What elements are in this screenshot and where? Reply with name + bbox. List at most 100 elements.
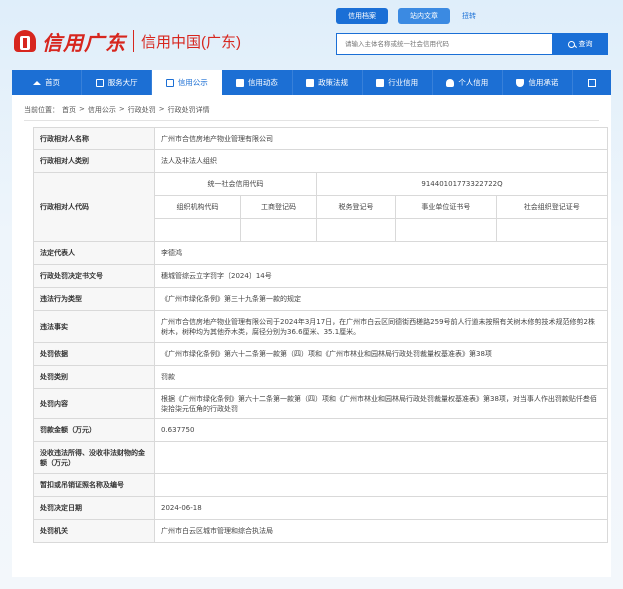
sub-header: 工商登记码 — [239, 195, 318, 219]
row-label: 行政相对人名称 — [33, 127, 155, 150]
nav-industry-credit[interactable]: 行业信用 — [363, 70, 433, 95]
row-value: 广州市白云区城市管理和综合执法局 — [154, 519, 608, 543]
row-label: 处罚依据 — [33, 342, 155, 366]
search-button[interactable]: 查询 — [552, 33, 608, 55]
penalty-detail-table: 行政相对人名称 广州市合信房地产物业管理有限公司 行政相对人类别 法人及非法人组… — [33, 127, 609, 543]
sub-value — [239, 218, 318, 242]
news-icon — [235, 78, 244, 87]
row-label: 处罚机关 — [33, 519, 155, 543]
nav-label: 信用承诺 — [528, 78, 559, 87]
sub-value — [154, 218, 241, 242]
nav-label: 政策法规 — [318, 78, 349, 87]
nav-label: 信用动态 — [247, 78, 278, 87]
tab-misc[interactable]: 扭转 — [460, 8, 478, 24]
row-value: 法人及非法人组织 — [154, 149, 608, 173]
row-label: 行政相对人类别 — [33, 149, 155, 173]
sub-header: 事业单位证书号 — [395, 195, 497, 219]
industry-icon — [376, 78, 385, 87]
table-row: 罚款金额（万元） 0.637750 — [33, 418, 608, 442]
tab-site-articles[interactable]: 站内文章 — [398, 8, 450, 24]
breadcrumb-penalty[interactable]: 行政处罚 — [128, 105, 156, 115]
search-icon — [567, 40, 575, 48]
policy-icon — [306, 78, 315, 87]
top-tabs: 信用档案 站内文章 扭转 — [336, 8, 488, 24]
logo-script-text: 信用广东 — [42, 30, 126, 55]
search-input[interactable] — [336, 33, 552, 55]
nav-label: 信用公示 — [177, 78, 208, 87]
breadcrumb-home[interactable]: 首页 — [62, 105, 76, 115]
row-value: 穗城管综云立字罚字〔2024〕14号 — [154, 264, 608, 288]
nav-service-hall[interactable]: 服务大厅 — [82, 70, 153, 95]
site-logo[interactable]: 信用广东 信用中国(广东) — [12, 26, 241, 56]
table-row: 处罚机关 广州市白云区城市管理和综合执法局 — [33, 519, 608, 543]
publicity-icon — [165, 78, 174, 87]
sub-header: 税务登记号 — [316, 195, 397, 219]
row-value: 0.637750 — [154, 418, 608, 442]
divider — [24, 120, 599, 121]
table-row: 法定代表人 李德鸿 — [33, 241, 608, 265]
breadcrumb-prefix: 当前位置： — [24, 106, 59, 114]
nav-expand[interactable] — [573, 70, 611, 95]
sub-value — [395, 218, 497, 242]
breadcrumb-sep: > — [79, 105, 85, 113]
row-value — [154, 441, 608, 474]
breadcrumb-publicity[interactable]: 信用公示 — [88, 105, 116, 115]
nav-credit-commitment[interactable]: 信用承诺 — [503, 70, 573, 95]
sub-header: 社会组织登记证号 — [495, 195, 609, 219]
row-label: 行政处罚决定书文号 — [33, 264, 155, 288]
table-row: 处罚内容 根据《广州市绿化条例》第六十二条第一款第（四）项和《广州市林业和园林局… — [33, 388, 608, 419]
site-header: 信用广东 信用中国(广东) 信用档案 站内文章 扭转 查询 — [0, 0, 623, 70]
service-icon — [95, 78, 104, 87]
search-bar: 查询 — [336, 33, 608, 55]
tab-credit-archive[interactable]: 信用档案 — [336, 8, 388, 24]
logo-divider — [133, 30, 134, 52]
sub-value — [495, 218, 609, 242]
sub-value — [316, 218, 397, 242]
shield-icon — [516, 78, 525, 87]
nav-label: 首页 — [45, 78, 61, 87]
row-label: 没收违法所得、没收非法财物的金额（万元） — [33, 441, 155, 474]
nav-personal-credit[interactable]: 个人信用 — [433, 70, 503, 95]
row-value: 2024-06-18 — [154, 496, 608, 520]
row-label: 罚款金额（万元） — [33, 418, 155, 442]
table-row: 违法事实 广州市合信房地产物业管理有限公司于2024年3月17日，在广州市白云区… — [33, 310, 608, 343]
breadcrumb: 当前位置： 首页 > 信用公示 > 行政处罚 > 行政处罚详情 — [24, 105, 213, 115]
row-label: 处罚类别 — [33, 365, 155, 389]
logo-emblem-icon — [12, 26, 38, 56]
sub-header: 组织机构代码 — [154, 195, 241, 219]
row-value: 根据《广州市绿化条例》第六十二条第一款第（四）项和《广州市林业和园林局行政处罚裁… — [154, 388, 608, 419]
nav-home[interactable]: 首页 — [12, 70, 83, 95]
row-value — [154, 473, 608, 497]
nav-credit-news[interactable]: 信用动态 — [222, 70, 293, 95]
row-label: 违法事实 — [33, 310, 155, 343]
table-row: 违法行为类型 《广州市绿化条例》第三十九条第一款的规定 — [33, 287, 608, 311]
uscc-value: 91440101773322722Q — [316, 172, 608, 196]
table-row: 行政相对人名称 广州市合信房地产物业管理有限公司 — [33, 127, 608, 150]
row-value: 《广州市绿化条例》第六十二条第一款第（四）项和《广州市林业和园林局行政处罚裁量权… — [154, 342, 608, 366]
table-row: 处罚类别 罚款 — [33, 365, 608, 389]
table-row: 行政相对人类别 法人及非法人组织 — [33, 149, 608, 173]
row-value: 广州市合信房地产物业管理有限公司 — [154, 127, 608, 150]
nav-label: 行业信用 — [388, 78, 419, 87]
logo-title: 信用中国(广东) — [141, 33, 241, 51]
nav-label: 服务大厅 — [107, 78, 138, 87]
nav-policy[interactable]: 政策法规 — [293, 70, 363, 95]
row-label: 违法行为类型 — [33, 287, 155, 311]
user-icon — [446, 78, 455, 87]
search-button-label: 查询 — [578, 40, 593, 48]
breadcrumb-current: 行政处罚详情 — [167, 106, 210, 114]
nav-credit-publicity[interactable]: 信用公示 — [152, 70, 223, 95]
table-row: 行政处罚决定书文号 穗城管综云立字罚字〔2024〕14号 — [33, 264, 608, 288]
content-panel: 当前位置： 首页 > 信用公示 > 行政处罚 > 行政处罚详情 行政相对人名称 … — [12, 95, 611, 577]
table-row: 处罚决定日期 2024-06-18 — [33, 496, 608, 520]
table-row: 处罚依据 《广州市绿化条例》第六十二条第一款第（四）项和《广州市林业和园林局行政… — [33, 342, 608, 366]
uscc-label: 统一社会信用代码 — [153, 172, 318, 196]
row-label: 暂扣或吊销证照名称及编号 — [33, 473, 155, 497]
nav-label: 个人信用 — [458, 78, 489, 87]
table-row: 没收违法所得、没收非法财物的金额（万元） — [33, 441, 608, 474]
row-label: 法定代表人 — [33, 241, 155, 265]
breadcrumb-sep: > — [118, 105, 125, 113]
row-label: 行政相对人代码 — [33, 172, 155, 242]
breadcrumb-sep: > — [158, 105, 165, 113]
main-nav: 首页 服务大厅 信用公示 信用动态 政策法规 行业信用 个人信用 信用承诺 — [12, 70, 611, 95]
